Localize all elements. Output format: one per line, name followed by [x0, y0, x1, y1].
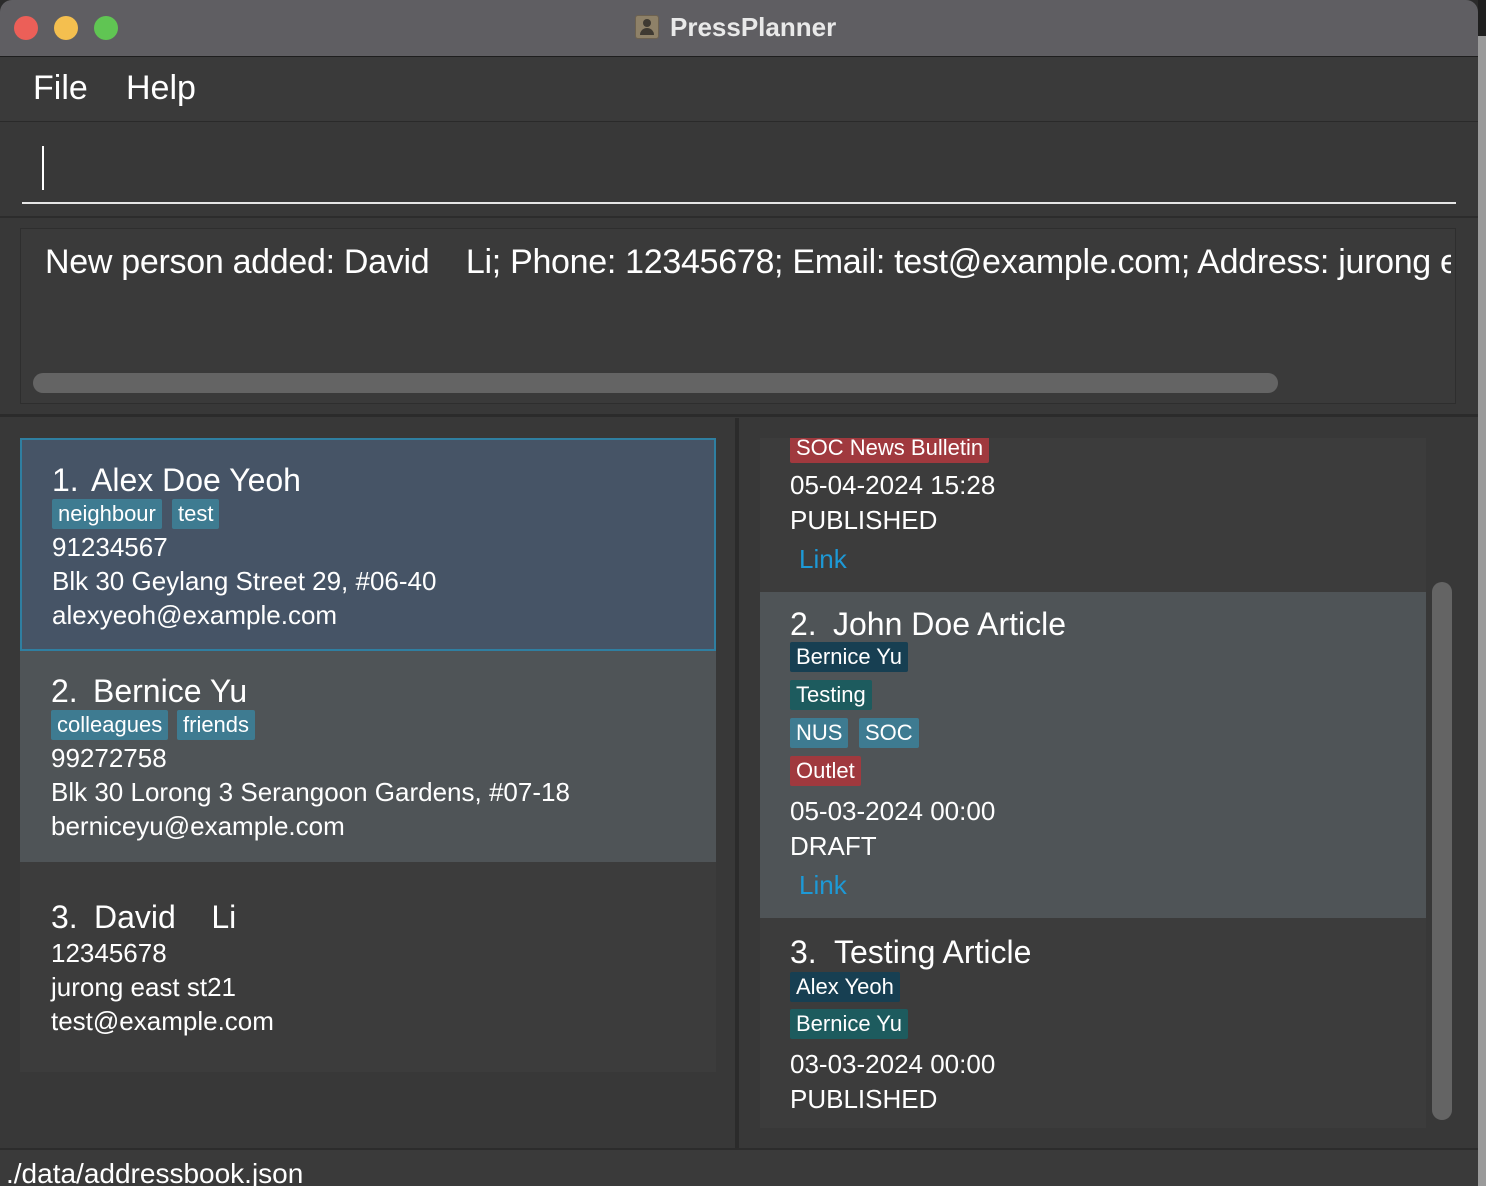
- person-phone: 12345678: [51, 938, 167, 968]
- person-email: alexyeoh@example.com: [52, 600, 338, 630]
- person-address: Blk 30 Lorong 3 Serangoon Gardens, #07-1…: [51, 777, 570, 807]
- article-status: PUBLISHED: [790, 505, 938, 535]
- person-tag: colleagues: [51, 710, 169, 740]
- person-email: berniceyu@example.com: [51, 811, 345, 841]
- article-card[interactable]: 3. Testing Article Alex Yeoh Bernice Yu …: [760, 918, 1426, 1128]
- person-card-selected[interactable]: 1. Alex Doe Yeoh neighbour test 91234567…: [20, 438, 716, 651]
- person-tag: test: [172, 499, 220, 529]
- article-outlet-tag: Outlet: [790, 756, 861, 786]
- article-source-tag: Bernice Yu: [790, 1009, 909, 1039]
- window-title: PressPlanner: [670, 12, 837, 42]
- person-email: test@example.com: [51, 1006, 274, 1036]
- person-address: jurong east st21: [51, 972, 237, 1002]
- menu-bar: File Help: [0, 57, 1478, 122]
- person-address: Blk 30 Geylang Street 29, #06-40: [52, 566, 437, 596]
- command-input[interactable]: [22, 142, 1456, 204]
- article-list-panel: SOC News Bulletin 05-04-2024 15:28 PUBLI…: [739, 418, 1478, 1148]
- person-card[interactable]: 3. David Li 12345678 jurong east st21 te…: [20, 862, 716, 1072]
- person-index: 1.: [52, 462, 79, 498]
- article-source-tag: Testing: [790, 680, 872, 710]
- close-window-button[interactable]: [14, 16, 38, 40]
- article-date: 05-03-2024 00:00: [790, 796, 996, 826]
- result-display: New person added: David Li; Phone: 12345…: [20, 228, 1456, 404]
- command-box-area: [0, 122, 1478, 218]
- article-status: PUBLISHED: [790, 1084, 938, 1114]
- person-phone: 91234567: [52, 532, 168, 562]
- article-date: 03-03-2024 00:00: [790, 1049, 996, 1079]
- background-window-edge: [1478, 0, 1486, 1186]
- person-list-panel: 1. Alex Doe Yeoh neighbour test 91234567…: [0, 418, 735, 1148]
- person-name: David Li: [94, 899, 237, 935]
- menu-help[interactable]: Help: [126, 69, 196, 108]
- horizontal-scrollbar[interactable]: [33, 373, 1278, 393]
- app-icon: [635, 15, 659, 39]
- vertical-scrollbar[interactable]: [1432, 582, 1452, 1120]
- article-author-tag: Alex Yeoh: [790, 972, 900, 1002]
- person-tag: friends: [177, 710, 256, 740]
- article-card[interactable]: 2. John Doe Article Bernice Yu Testing N…: [760, 592, 1426, 918]
- article-date: 05-04-2024 15:28: [790, 470, 996, 500]
- title-bar: PressPlanner: [0, 0, 1478, 57]
- article-link[interactable]: Link: [799, 870, 847, 901]
- status-bar: ./data/addressbook.json: [0, 1148, 1478, 1186]
- data-file-path: ./data/addressbook.json: [6, 1158, 304, 1186]
- person-name: Bernice Yu: [93, 673, 248, 709]
- person-tag: neighbour: [52, 499, 162, 529]
- article-link[interactable]: Link: [799, 544, 847, 575]
- article-title: John Doe Article: [833, 606, 1067, 642]
- minimize-window-button[interactable]: [54, 16, 78, 40]
- article-outlet-tag: SOC News Bulletin: [790, 438, 990, 463]
- article-author-tag: Bernice Yu: [790, 642, 909, 672]
- article-index: 2.: [790, 606, 817, 642]
- person-phone: 99272758: [51, 743, 167, 773]
- article-index: 3.: [790, 934, 817, 970]
- menu-file[interactable]: File: [33, 69, 88, 108]
- app-window: PressPlanner File Help New person added:…: [0, 0, 1478, 1186]
- text-caret: [42, 146, 44, 190]
- person-index: 2.: [51, 673, 78, 709]
- person-name: Alex Doe Yeoh: [91, 462, 301, 498]
- article-tag: SOC: [859, 718, 919, 748]
- person-index: 3.: [51, 899, 78, 935]
- person-card[interactable]: 2. Bernice Yu colleagues friends 9927275…: [20, 651, 716, 862]
- article-status: DRAFT: [790, 831, 877, 861]
- article-card[interactable]: SOC News Bulletin 05-04-2024 15:28 PUBLI…: [760, 438, 1426, 592]
- result-message: New person added: David Li; Phone: 12345…: [45, 243, 1451, 281]
- result-display-area: New person added: David Li; Phone: 12345…: [0, 218, 1478, 417]
- article-tag: NUS: [790, 718, 849, 748]
- zoom-window-button[interactable]: [94, 16, 118, 40]
- article-title: Testing Article: [834, 934, 1032, 970]
